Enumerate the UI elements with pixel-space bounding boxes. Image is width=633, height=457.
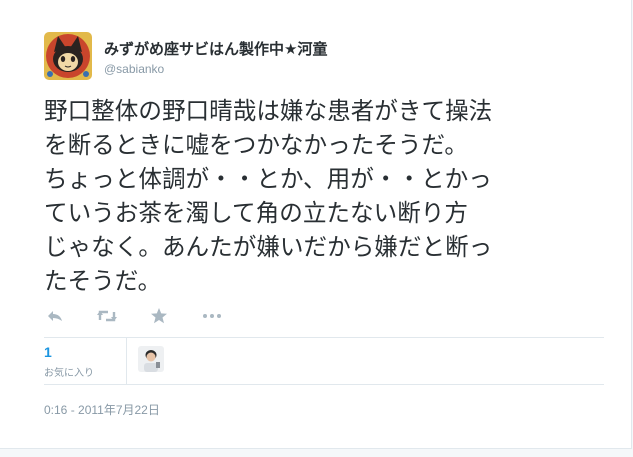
tweet-text-line: 野口整体の野口晴哉は嫌な患者がきて操法 bbox=[44, 97, 493, 125]
more-icon[interactable] bbox=[202, 306, 222, 326]
user-display-name[interactable]: みずがめ座サビはん製作中★河童 bbox=[104, 38, 327, 59]
favorite-icon[interactable] bbox=[150, 306, 168, 326]
user-handle[interactable]: @sabianko bbox=[104, 62, 164, 76]
avatar-image bbox=[44, 32, 92, 80]
favorites-label: お気に入り bbox=[44, 368, 94, 379]
user-avatar[interactable] bbox=[44, 32, 92, 80]
stats-separator bbox=[126, 338, 127, 384]
reply-icon[interactable] bbox=[46, 306, 64, 326]
tweet-text: 野口整体の野口晴哉は嫌な患者がきて操法 を断るときに嘘をつかなかったそうだ。 ち… bbox=[44, 94, 604, 298]
tweet-text-line: を断るときに嘘をつかなかったそうだ。 bbox=[44, 131, 468, 159]
tweet-text-line: たそうだ。 bbox=[44, 267, 162, 295]
favorites-count[interactable]: 1 bbox=[44, 344, 52, 360]
divider bbox=[44, 384, 604, 385]
divider bbox=[44, 337, 604, 338]
favoriter-avatar-image bbox=[138, 346, 164, 372]
tweet-card: みずがめ座サビはん製作中★河童 @sabianko 野口整体の野口晴哉は嫌な患者… bbox=[0, 0, 632, 449]
favoriter-avatar[interactable] bbox=[138, 346, 164, 372]
tweet-text-line: ちょっと体調が・・とか、用が・・とかっ bbox=[44, 165, 492, 193]
retweet-icon[interactable] bbox=[96, 306, 118, 326]
tweet-text-line: じゃなく。あんたが嫌いだから嫌だと断っ bbox=[44, 233, 493, 261]
tweet-text-line: ていうお茶を濁して角の立たない断り方 bbox=[44, 199, 468, 227]
tweet-timestamp[interactable]: 0:16 - 2011年7月22日 bbox=[44, 401, 160, 418]
